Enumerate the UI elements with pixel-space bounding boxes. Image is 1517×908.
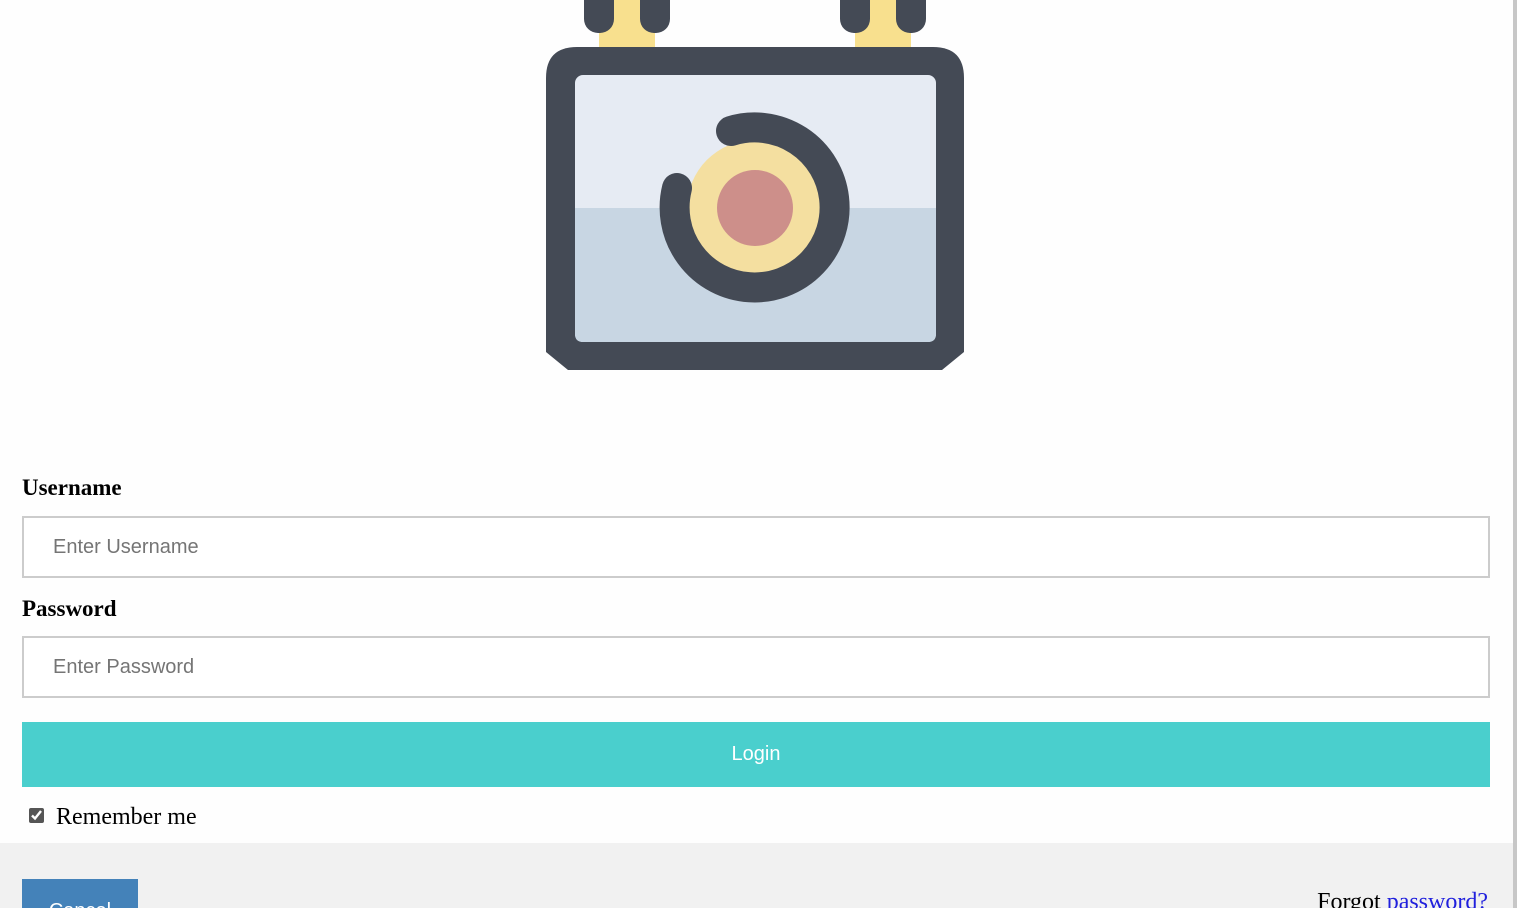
password-label: Password bbox=[22, 596, 117, 621]
remember-me-row: Remember me bbox=[22, 801, 1490, 833]
forgot-prefix: Forgot bbox=[1317, 889, 1387, 908]
forgot-password-link[interactable]: password? bbox=[1387, 889, 1488, 908]
login-page: Username Password Login Remember me Canc… bbox=[0, 0, 1517, 908]
padlock-icon bbox=[540, 0, 970, 375]
forgot-password-text: Forgot password? bbox=[1317, 889, 1488, 908]
password-input[interactable] bbox=[22, 636, 1490, 698]
form-footer: Cancel Forgot password? bbox=[0, 843, 1513, 908]
username-label: Username bbox=[22, 475, 122, 500]
username-input[interactable] bbox=[22, 516, 1490, 578]
cancel-button[interactable]: Cancel bbox=[22, 879, 138, 908]
remember-me-checkbox[interactable] bbox=[29, 807, 44, 823]
login-form: Username Password Login Remember me bbox=[22, 470, 1490, 833]
login-button[interactable]: Login bbox=[22, 722, 1490, 787]
window-edge bbox=[1513, 0, 1517, 908]
remember-me-label: Remember me bbox=[56, 803, 197, 830]
